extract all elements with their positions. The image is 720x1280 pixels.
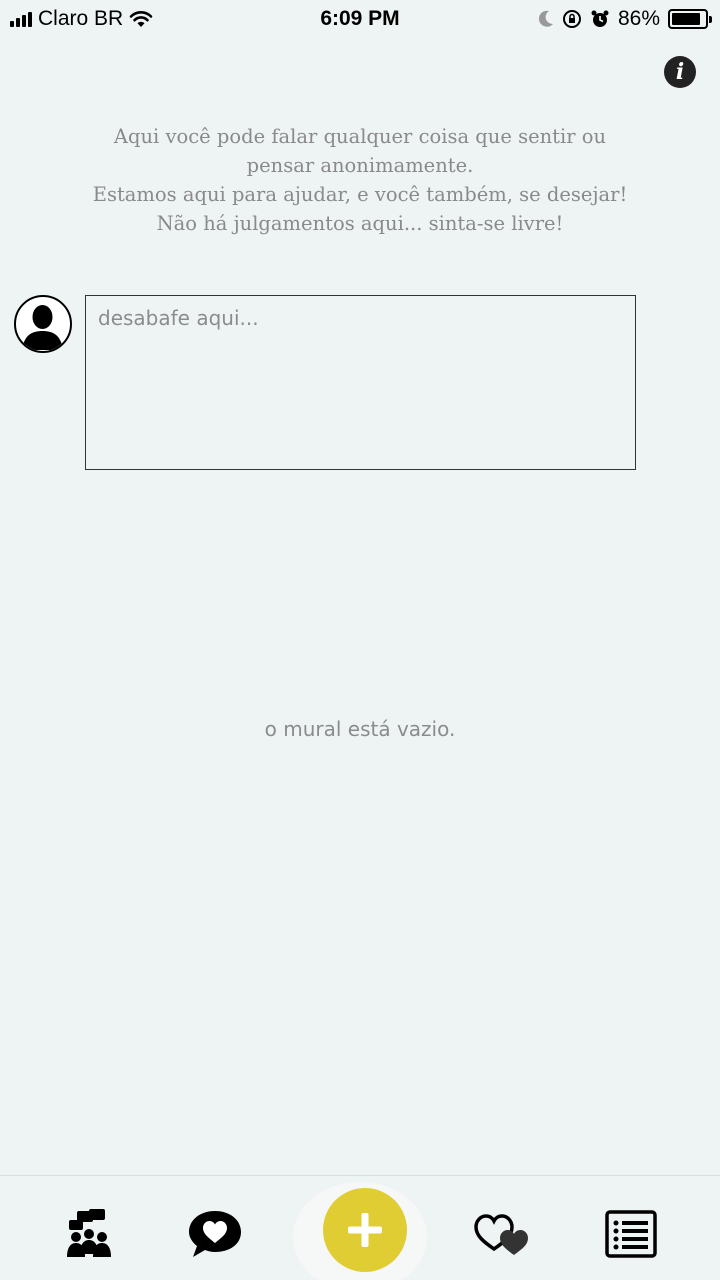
moon-icon [538,10,553,27]
add-button[interactable] [323,1188,407,1272]
intro-line: Aqui você pode falar qualquer coisa que … [113,125,607,148]
intro-text: Aqui você pode falar qualquer coisa que … [60,122,660,238]
battery-fill [672,13,700,25]
user-silhouette-icon [14,295,72,353]
alarm-icon [591,10,609,27]
group-chat-icon[interactable] [61,1206,117,1262]
status-bar: Claro BR 6:09 PM 86% [0,0,720,40]
list-icon[interactable] [603,1206,659,1262]
tab-bar [0,1175,720,1280]
intro-line: pensar anonimamente. [246,154,474,177]
hearts-icon[interactable] [472,1206,534,1262]
post-input[interactable] [85,295,636,470]
info-icon[interactable]: i [664,56,696,88]
rotation-lock-icon [562,10,581,28]
intro-line: Não há julgamentos aqui... sinta-se livr… [156,212,564,235]
intro-line: Estamos aqui para ajudar, e você também,… [92,183,628,206]
add-icon [348,1213,382,1247]
empty-wall-message: o mural está vazio. [264,717,456,741]
heart-speech-icon[interactable] [187,1206,243,1262]
battery-tip [709,16,712,23]
battery-icon [668,9,712,29]
battery-percent: 86% [617,7,660,30]
status-right: 86% [538,7,712,31]
